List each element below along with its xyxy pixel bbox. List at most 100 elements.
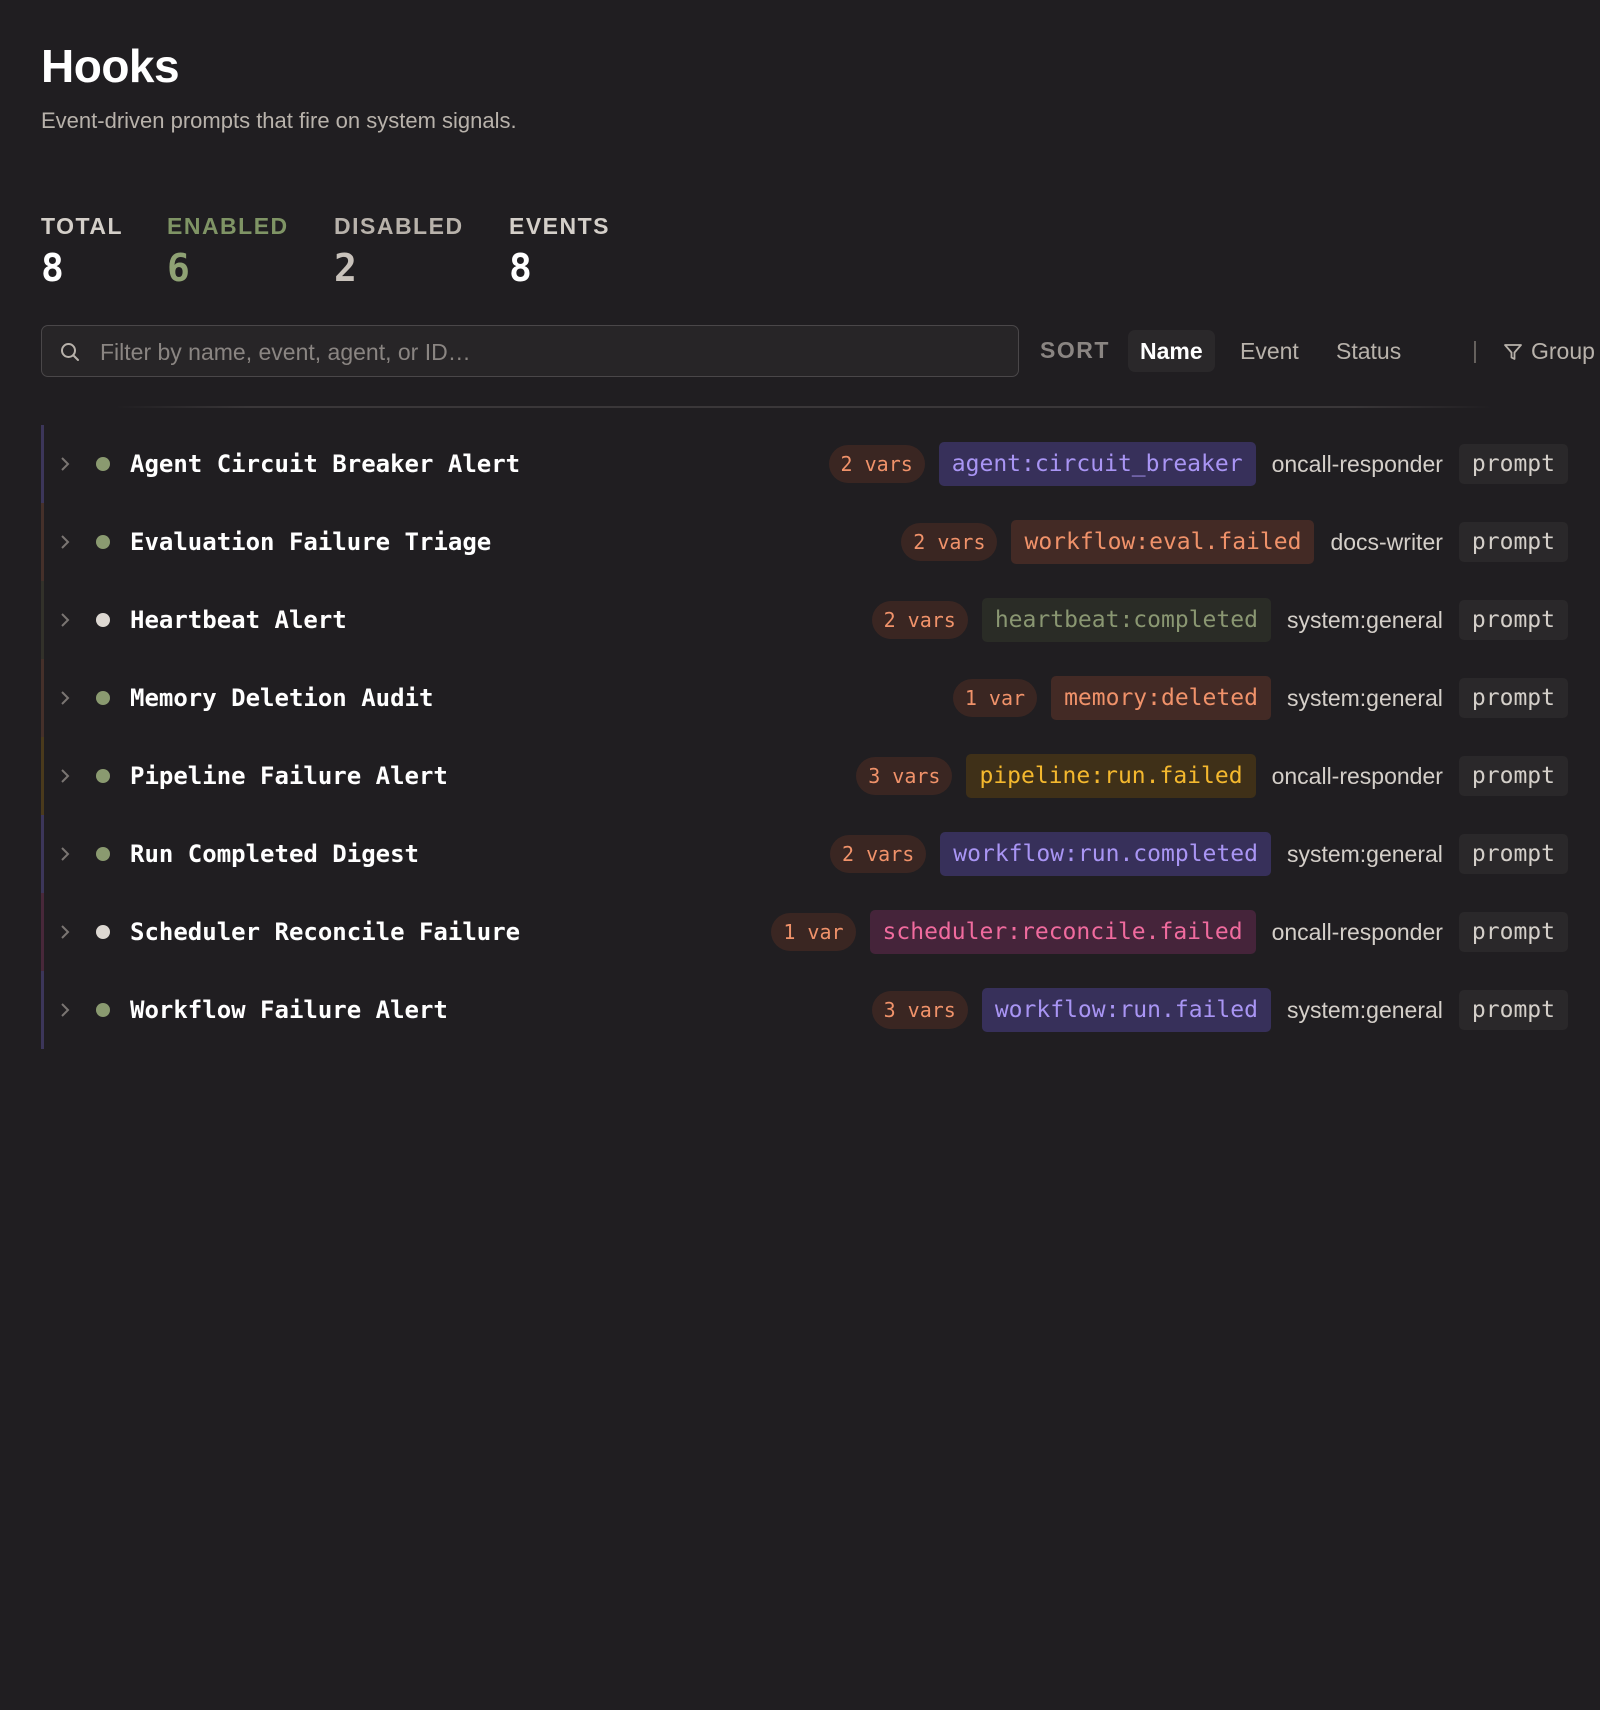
row-accent-bar: [41, 893, 44, 971]
stat-label: DISABLED: [334, 213, 464, 239]
row-accent-bar: [41, 503, 44, 581]
divider: [115, 406, 1492, 408]
hook-name: Agent Circuit Breaker Alert: [130, 450, 521, 478]
type-badge: prompt: [1458, 756, 1568, 796]
agent-name: docs-writer: [1330, 528, 1443, 555]
group-button[interactable]: Group: [1503, 330, 1595, 372]
row-meta: 3 vars workflow:run.failed system:genera…: [871, 971, 1568, 1049]
vars-badge: 1 var: [771, 913, 856, 951]
chevron-right-icon[interactable]: [57, 688, 73, 708]
agent-name: oncall-responder: [1271, 450, 1443, 477]
search-box[interactable]: [41, 325, 1019, 378]
filter-icon: [1504, 344, 1522, 360]
sort-divider: |: [1472, 337, 1478, 363]
event-badge: workflow:eval.failed: [1011, 520, 1315, 564]
status-dot: [96, 847, 110, 861]
hook-row[interactable]: Run Completed Digest 2 vars workflow:run…: [41, 815, 1568, 893]
status-dot: [96, 535, 110, 549]
stat-label: TOTAL: [41, 213, 124, 239]
vars-badge: 2 vars: [830, 835, 927, 873]
agent-name: system:general: [1286, 996, 1443, 1023]
page-title: Hooks: [41, 40, 180, 92]
hook-row[interactable]: Pipeline Failure Alert 3 vars pipeline:r…: [41, 737, 1568, 815]
vars-badge: 3 vars: [856, 757, 953, 795]
group-label: Group: [1531, 338, 1595, 364]
stat-enabled: ENABLED 6: [167, 210, 289, 290]
type-badge: prompt: [1458, 444, 1568, 484]
hook-row[interactable]: Scheduler Reconcile Failure 1 var schedu…: [41, 893, 1568, 971]
stat-disabled: DISABLED 2: [334, 210, 464, 290]
row-accent-bar: [41, 659, 44, 737]
row-meta: 2 vars heartbeat:completed system:genera…: [871, 581, 1568, 659]
hook-name: Memory Deletion Audit: [130, 684, 434, 712]
event-badge: pipeline:run.failed: [966, 754, 1256, 798]
event-badge: heartbeat:completed: [981, 598, 1271, 642]
row-meta: 1 var scheduler:reconcile.failed oncall-…: [771, 893, 1568, 971]
row-accent-bar: [41, 815, 44, 893]
chevron-right-icon[interactable]: [57, 922, 73, 942]
hook-row[interactable]: Memory Deletion Audit 1 var memory:delet…: [41, 659, 1568, 737]
event-badge: workflow:run.failed: [981, 988, 1271, 1032]
chevron-right-icon[interactable]: [57, 1000, 73, 1020]
row-accent-bar: [41, 425, 44, 503]
sort-label: SORT: [1040, 337, 1110, 363]
row-meta: 3 vars pipeline:run.failed oncall-respon…: [856, 737, 1568, 815]
hook-row[interactable]: Heartbeat Alert 2 vars heartbeat:complet…: [41, 581, 1568, 659]
row-meta: 1 var memory:deleted system:general prom…: [952, 659, 1568, 737]
vars-badge: 2 vars: [871, 601, 968, 639]
chevron-right-icon[interactable]: [57, 610, 73, 630]
agent-name: system:general: [1286, 606, 1443, 633]
page-subtitle: Event-driven prompts that fire on system…: [41, 108, 517, 133]
status-dot: [96, 691, 110, 705]
event-badge: memory:deleted: [1051, 676, 1271, 720]
event-badge: workflow:run.completed: [940, 832, 1271, 876]
search-input[interactable]: [98, 326, 1002, 378]
agent-name: oncall-responder: [1271, 762, 1443, 789]
chevron-right-icon[interactable]: [57, 844, 73, 864]
vars-badge: 2 vars: [828, 445, 925, 483]
row-accent-bar: [41, 581, 44, 659]
type-badge: prompt: [1458, 600, 1568, 640]
row-accent-bar: [41, 737, 44, 815]
stat-events: EVENTS 8: [509, 210, 610, 290]
hook-name: Run Completed Digest: [130, 840, 419, 868]
hook-name: Heartbeat Alert: [130, 606, 347, 634]
chevron-right-icon[interactable]: [57, 766, 73, 786]
sort-by-event-button[interactable]: Event: [1228, 330, 1311, 372]
row-meta: 2 vars workflow:run.completed system:gen…: [830, 815, 1568, 893]
type-badge: prompt: [1458, 678, 1568, 718]
agent-name: system:general: [1286, 684, 1443, 711]
hook-name: Workflow Failure Alert: [130, 996, 448, 1024]
row-accent-bar: [41, 971, 44, 1049]
status-dot: [96, 457, 110, 471]
sort-by-status-button[interactable]: Status: [1324, 330, 1413, 372]
row-meta: 2 vars agent:circuit_breaker oncall-resp…: [828, 425, 1568, 503]
toolbar: SORT Name Event Status | Group: [41, 325, 1595, 379]
hook-row[interactable]: Agent Circuit Breaker Alert 2 vars agent…: [41, 425, 1568, 503]
stat-value: 8: [41, 246, 64, 290]
sort-by-name-button[interactable]: Name: [1128, 330, 1215, 372]
agent-name: system:general: [1286, 840, 1443, 867]
stat-value: 8: [509, 246, 532, 290]
search-icon: [61, 343, 79, 361]
hook-row[interactable]: Workflow Failure Alert 3 vars workflow:r…: [41, 971, 1568, 1049]
type-badge: prompt: [1458, 912, 1568, 952]
stat-value: 2: [334, 246, 357, 290]
chevron-right-icon[interactable]: [57, 454, 73, 474]
stat-label: ENABLED: [167, 213, 289, 239]
vars-badge: 1 var: [952, 679, 1038, 717]
agent-name: oncall-responder: [1271, 918, 1443, 945]
status-dot: [96, 769, 110, 783]
status-dot: [96, 613, 110, 627]
hook-row[interactable]: Evaluation Failure Triage 2 vars workflo…: [41, 503, 1568, 581]
stat-total: TOTAL 8: [41, 210, 123, 290]
row-meta: 2 vars workflow:eval.failed docs-writer …: [901, 503, 1568, 581]
status-dot: [96, 1003, 110, 1017]
chevron-right-icon[interactable]: [57, 532, 73, 552]
type-badge: prompt: [1458, 522, 1568, 562]
hook-name: Scheduler Reconcile Failure: [130, 918, 521, 946]
hook-name: Evaluation Failure Triage: [130, 528, 492, 556]
event-badge: agent:circuit_breaker: [938, 442, 1256, 486]
type-badge: prompt: [1458, 990, 1568, 1030]
vars-badge: 3 vars: [871, 991, 968, 1029]
